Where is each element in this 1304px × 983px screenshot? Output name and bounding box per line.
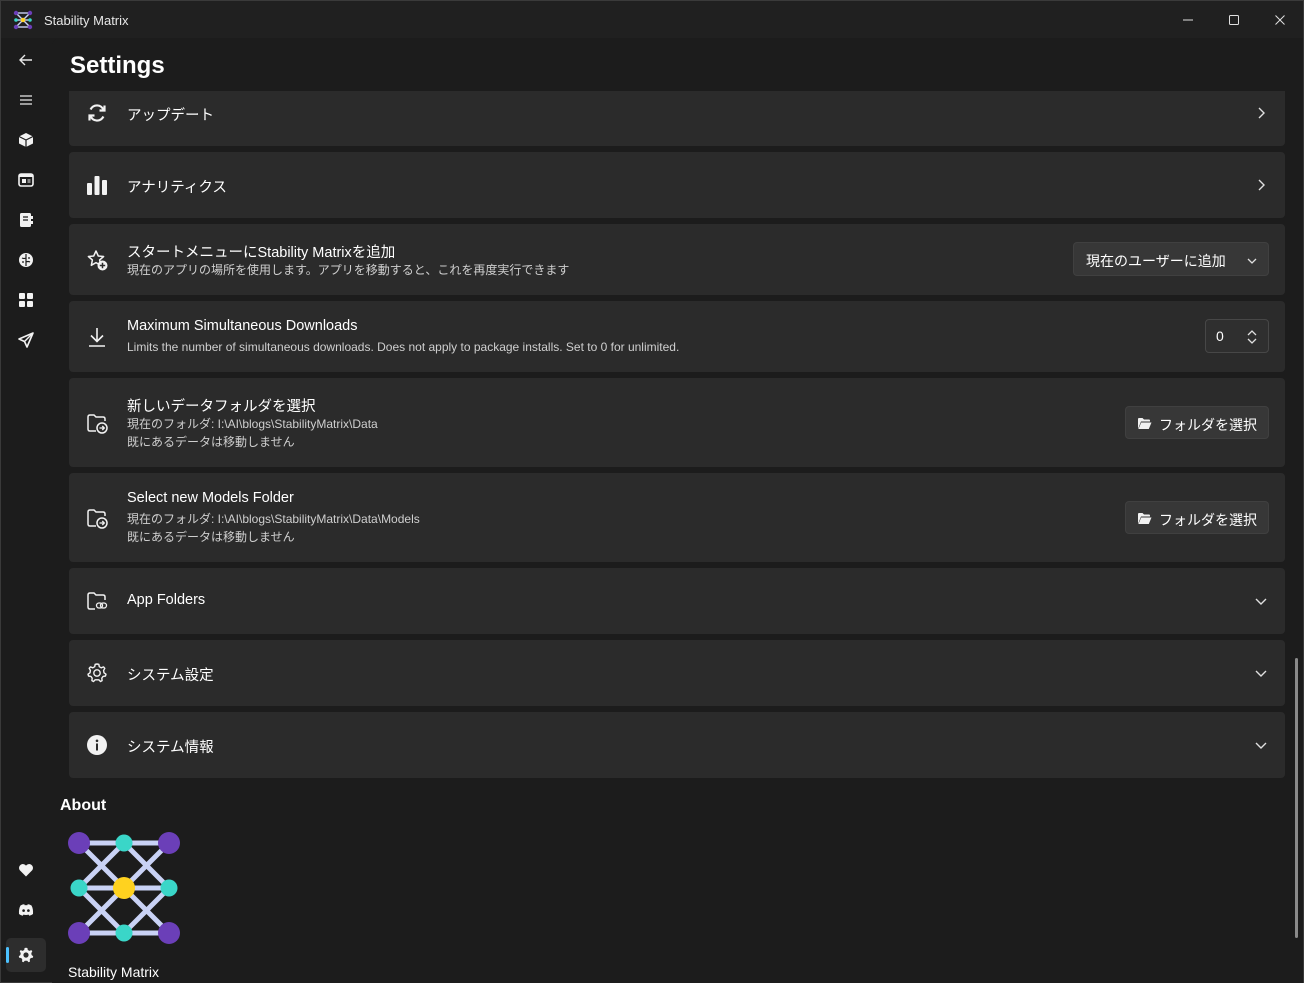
nav-item-workflows[interactable] xyxy=(6,323,46,357)
updates-title: アップデート xyxy=(127,108,214,124)
models-folder-setting-card: Select new Models Folder 現在のフォルダ: I:\AI\… xyxy=(69,473,1285,562)
nav-item-packages[interactable] xyxy=(6,123,46,157)
discord-icon xyxy=(18,904,34,916)
number-value: 0 xyxy=(1216,328,1224,344)
star-add-icon xyxy=(85,248,109,272)
close-button[interactable] xyxy=(1257,1,1303,38)
hamburger-menu-icon xyxy=(20,95,32,105)
system-info-expander[interactable]: システム情報 xyxy=(69,712,1285,778)
start-menu-title: スタートメニューにStability Matrixを追加 xyxy=(127,245,396,261)
spin-up-down-icon[interactable] xyxy=(1246,328,1258,346)
maximize-button[interactable] xyxy=(1211,1,1257,38)
back-arrow-icon xyxy=(19,54,32,66)
folder-arrow-icon xyxy=(85,506,109,530)
models-folder-note: 既にあるデータは移動しません xyxy=(127,530,295,544)
close-icon xyxy=(1275,14,1285,25)
menu-toggle-button[interactable] xyxy=(6,83,46,117)
updates-setting-card[interactable]: アップデート xyxy=(69,91,1285,146)
title-bar[interactable]: Stability Matrix xyxy=(1,1,1303,38)
max-downloads-setting-card: Maximum Simultaneous Downloads Limits th… xyxy=(69,301,1285,372)
vertical-scrollbar[interactable] xyxy=(1295,658,1298,938)
dropdown-selected-value: 現在のユーザーに追加 xyxy=(1086,253,1226,269)
models-folder-title: Select new Models Folder xyxy=(127,490,294,506)
data-folder-title: 新しいデータフォルダを選択 xyxy=(127,399,316,415)
start-menu-description: 現在のアプリの場所を使用します。アプリを移動すると、これを再度実行できます xyxy=(127,263,570,277)
grid-apps-icon xyxy=(19,293,33,307)
analytics-title: アナリティクス xyxy=(127,180,227,196)
app-folders-expander[interactable]: App Folders xyxy=(69,568,1285,634)
chevron-down-icon xyxy=(1255,598,1267,605)
minimize-button[interactable] xyxy=(1165,1,1211,38)
chevron-down-icon xyxy=(1255,670,1267,677)
gear-icon xyxy=(18,947,34,963)
data-folder-current-path: 現在のフォルダ: I:\AI\blogs\StabilityMatrix\Dat… xyxy=(127,417,378,431)
back-button[interactable] xyxy=(6,43,46,77)
stability-matrix-logo xyxy=(68,832,180,944)
navigation-sidebar xyxy=(1,38,51,982)
info-icon xyxy=(85,733,109,757)
minimize-icon xyxy=(1183,19,1193,20)
notebook-icon xyxy=(20,213,33,227)
chevron-down-icon xyxy=(1255,742,1267,749)
chevron-right-icon xyxy=(1258,179,1265,191)
app-window-icon xyxy=(18,173,34,187)
nav-item-inference[interactable] xyxy=(6,163,46,197)
window-title: Stability Matrix xyxy=(44,13,129,28)
data-folder-setting-card: 新しいデータフォルダを選択 現在のフォルダ: I:\AI\blogs\Stabi… xyxy=(69,378,1285,467)
folder-arrow-icon xyxy=(85,411,109,435)
gear-outline-icon xyxy=(85,661,109,685)
page-title: Settings xyxy=(70,52,165,79)
select-data-folder-button[interactable]: フォルダを選択 xyxy=(1125,406,1269,439)
system-settings-expander[interactable]: システム設定 xyxy=(69,640,1285,706)
select-models-folder-button[interactable]: フォルダを選択 xyxy=(1125,501,1269,534)
package-box-icon xyxy=(18,133,34,147)
nav-item-outputs[interactable] xyxy=(6,283,46,317)
about-app-name: Stability Matrix xyxy=(68,964,160,980)
app-folders-title: App Folders xyxy=(127,592,206,608)
app-window: Stability Matrix Settings アップデート アナリティクス… xyxy=(0,0,1304,983)
settings-page: Settings アップデート アナリティクス スタートメニューにStabili… xyxy=(52,38,1303,983)
select-folder-label: フォルダを選択 xyxy=(1159,417,1257,433)
chevron-down-icon xyxy=(1247,258,1257,264)
open-folder-icon xyxy=(1138,513,1152,524)
nav-item-model-browser[interactable] xyxy=(6,243,46,277)
app-logo-icon xyxy=(13,10,33,30)
max-downloads-description: Limits the number of simultaneous downlo… xyxy=(127,340,680,354)
send-icon xyxy=(18,332,34,348)
refresh-icon xyxy=(85,101,109,125)
nav-item-settings[interactable] xyxy=(6,938,46,972)
max-downloads-number-input[interactable]: 0 xyxy=(1205,319,1269,353)
max-downloads-title: Maximum Simultaneous Downloads xyxy=(127,318,358,334)
system-info-title: システム情報 xyxy=(127,740,214,756)
about-heading: About xyxy=(60,797,107,814)
heart-icon xyxy=(19,864,33,877)
download-icon xyxy=(85,325,109,349)
nav-item-checkpoints[interactable] xyxy=(6,203,46,237)
analytics-setting-card[interactable]: アナリティクス xyxy=(69,152,1285,218)
chevron-right-icon xyxy=(1258,107,1265,119)
nav-item-patreon[interactable] xyxy=(6,853,46,887)
select-folder-label: フォルダを選択 xyxy=(1159,512,1257,528)
system-settings-title: システム設定 xyxy=(127,668,214,684)
start-menu-setting-card: スタートメニューにStability Matrixを追加 現在のアプリの場所を使… xyxy=(69,224,1285,295)
folder-link-icon xyxy=(85,589,109,613)
start-menu-dropdown[interactable]: 現在のユーザーに追加 xyxy=(1073,242,1269,276)
nav-item-discord[interactable] xyxy=(6,893,46,927)
bar-chart-icon xyxy=(85,173,109,197)
brain-icon xyxy=(19,253,33,267)
data-folder-note: 既にあるデータは移動しません xyxy=(127,435,295,449)
maximize-icon xyxy=(1229,14,1239,25)
models-folder-current-path: 現在のフォルダ: I:\AI\blogs\StabilityMatrix\Dat… xyxy=(127,512,420,526)
open-folder-icon xyxy=(1138,418,1152,429)
